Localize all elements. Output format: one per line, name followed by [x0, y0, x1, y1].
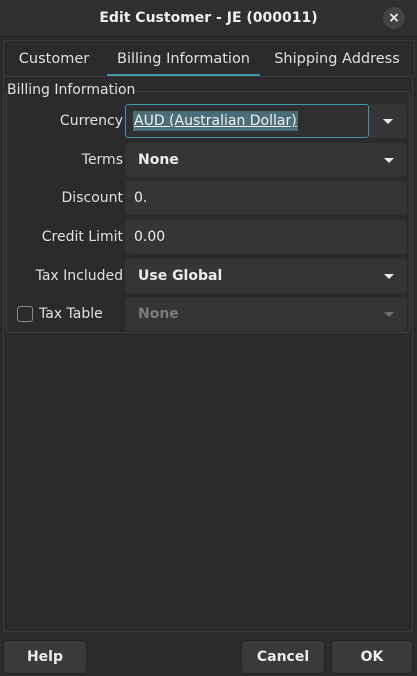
help-button[interactable]: Help	[3, 640, 87, 674]
checkbox-box[interactable]	[17, 306, 33, 322]
discount-value: 0.	[134, 190, 148, 206]
currency-value: AUD (Australian Dollar)	[133, 111, 298, 131]
currency-input[interactable]: AUD (Australian Dollar)	[125, 104, 369, 138]
tax-included-arrow	[371, 259, 407, 293]
credit-limit-input[interactable]: 0.00	[125, 220, 407, 254]
discount-label: Discount	[61, 190, 123, 206]
terms-value: None	[138, 152, 179, 168]
tax-table-row: Tax Table None	[7, 297, 411, 331]
tab-label: Shipping Address	[274, 51, 400, 67]
billing-panel: Currency AUD (Australian Dollar) Terms N…	[3, 76, 413, 632]
currency-row: Currency AUD (Australian Dollar)	[7, 104, 411, 138]
tax-table-checkbox[interactable]: Tax Table	[17, 297, 103, 331]
tab-bar: Customer Billing Information Shipping Ad…	[3, 40, 415, 77]
tax-table-label: Tax Table	[39, 306, 103, 322]
terms-label: Terms	[81, 152, 123, 168]
tax-included-select[interactable]: Use Global	[125, 259, 407, 293]
tax-included-row: Tax Included Use Global	[7, 259, 411, 293]
tab-customer[interactable]: Customer	[4, 41, 104, 77]
title-bar: Edit Customer - JE (000011) ×	[0, 0, 417, 37]
tax-included-value: Use Global	[138, 268, 223, 284]
tax-table-value: None	[138, 306, 179, 322]
terms-row: Terms None	[7, 143, 411, 177]
tab-shipping-address[interactable]: Shipping Address	[260, 41, 414, 77]
ok-button[interactable]: OK	[331, 640, 413, 674]
discount-row: Discount 0.	[7, 181, 411, 215]
terms-select[interactable]: None	[125, 143, 407, 177]
currency-label: Currency	[59, 113, 123, 129]
chevron-down-icon	[384, 157, 394, 163]
chevron-down-icon	[384, 311, 394, 317]
credit-limit-row: Credit Limit 0.00	[7, 220, 411, 254]
discount-input[interactable]: 0.	[125, 181, 407, 215]
tax-table-arrow	[371, 297, 407, 331]
currency-dropdown-button[interactable]	[369, 104, 407, 138]
tab-billing-information[interactable]: Billing Information	[107, 41, 260, 77]
chevron-down-icon	[384, 273, 394, 279]
tab-label: Billing Information	[117, 51, 250, 67]
close-button[interactable]: ×	[383, 7, 405, 29]
terms-arrow	[371, 143, 407, 177]
credit-limit-value: 0.00	[134, 229, 166, 245]
cancel-button[interactable]: Cancel	[241, 640, 325, 674]
tax-included-label: Tax Included	[35, 268, 123, 284]
button-bar: Help Cancel OK	[0, 632, 417, 676]
window-title: Edit Customer - JE (000011)	[99, 10, 318, 26]
section-title: Billing Information	[7, 82, 138, 98]
billing-frame: Currency AUD (Australian Dollar) Terms N…	[6, 91, 410, 333]
close-icon: ×	[388, 10, 400, 26]
tab-label: Customer	[18, 51, 90, 67]
tax-table-select: None	[125, 297, 407, 331]
chevron-down-icon	[383, 118, 393, 124]
credit-limit-label: Credit Limit	[41, 229, 123, 245]
